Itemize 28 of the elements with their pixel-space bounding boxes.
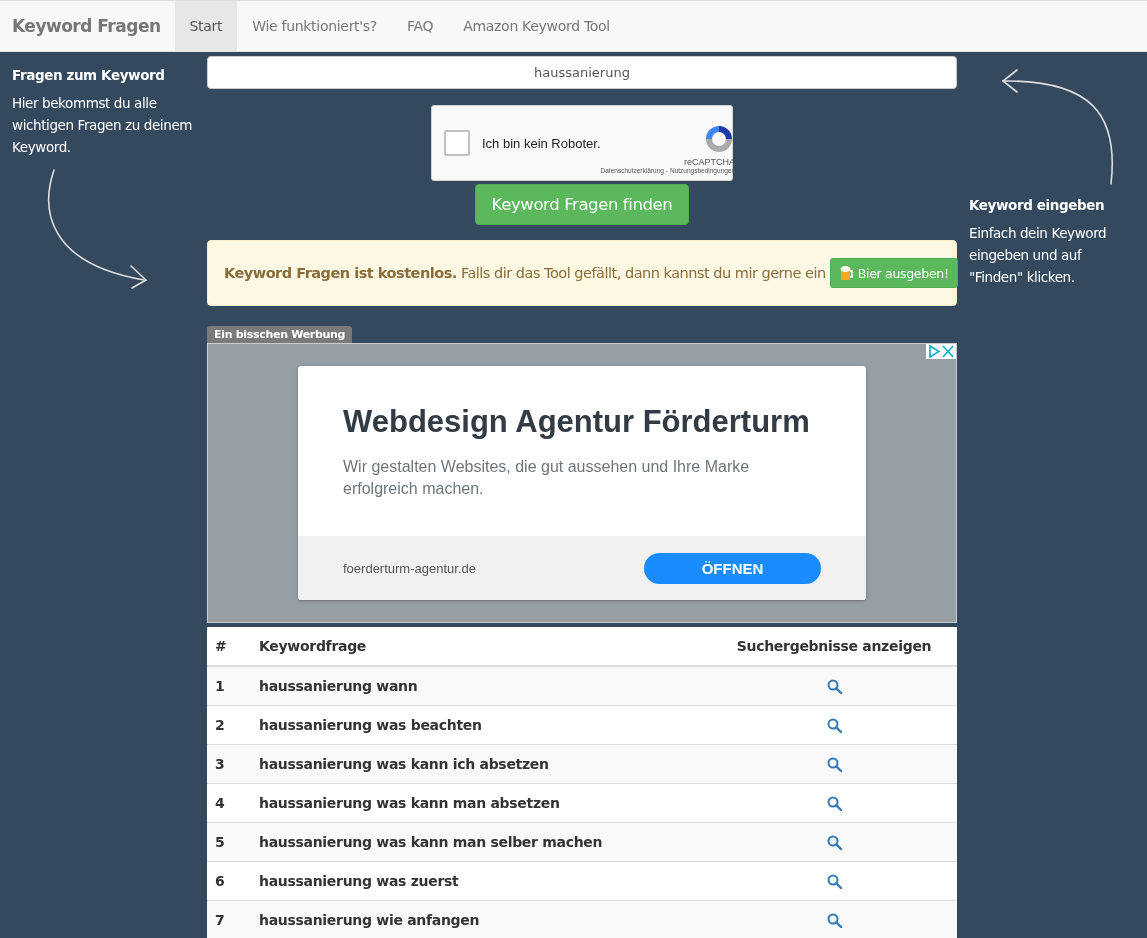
help-text: Einfach dein Keyword eingeben und auf "Finden" klicken. <box>969 224 1108 287</box>
question-cell: haussanierung wie anfangen <box>251 900 711 938</box>
ad-url: foerderturm-agentur.de <box>343 560 476 576</box>
ad-card[interactable]: Webdesign Agentur Förderturm Wir gestalten Websites, die gut aussehen und Ihre Marke erfolgreich machen. foerderturm-agentur.de ÖFFNEN <box>298 366 866 600</box>
help-title: Fragen zum Keyword <box>12 66 166 85</box>
row-number: 5 <box>207 822 251 862</box>
help-text: Hier bekommst du alle wichtigen Fragen zu deinem Keyword. <box>12 94 194 157</box>
question-cell: haussanierung was kann man selber machen <box>251 822 711 862</box>
ad-label: Ein bisschen Werbung <box>207 326 353 343</box>
donate-button[interactable]: Bier ausgeben! <box>829 258 958 288</box>
keyword-input[interactable]: haussanierung <box>207 56 957 89</box>
row-number: 3 <box>207 744 251 784</box>
open-button[interactable]: ÖFFNEN <box>644 552 821 584</box>
question-cell: haussanierung was kann ich absetzen <box>251 744 711 784</box>
nav-tab[interactable]: Wie funktioniert's? <box>237 1 392 51</box>
row-number: 7 <box>207 900 251 938</box>
nav-tab[interactable]: Amazon Keyword Tool <box>448 1 625 51</box>
find-button[interactable]: Keyword Fragen finden <box>474 184 690 225</box>
ad-title: Webdesign Agentur Förderturm <box>343 404 811 440</box>
nav-tab[interactable]: FAQ <box>391 1 449 51</box>
nav-tab[interactable]: Start <box>174 1 238 51</box>
row-number: 1 <box>207 666 251 706</box>
ad-description: Wir gestalten Websites, die gut aussehen und Ihre Marke erfolgreich machen. <box>343 457 751 499</box>
help-title: Keyword eingeben <box>969 196 1106 215</box>
site-brand[interactable]: Keyword Fragen <box>0 1 175 51</box>
question-cell: haussanierung wann <box>251 666 711 706</box>
captcha-label: Ich bin kein Roboter. <box>482 135 601 151</box>
notice-text: Keyword Fragen ist kostenlos. Falls dir das Tool gefällt, dann kannst du mir gerne ein <box>224 265 826 281</box>
